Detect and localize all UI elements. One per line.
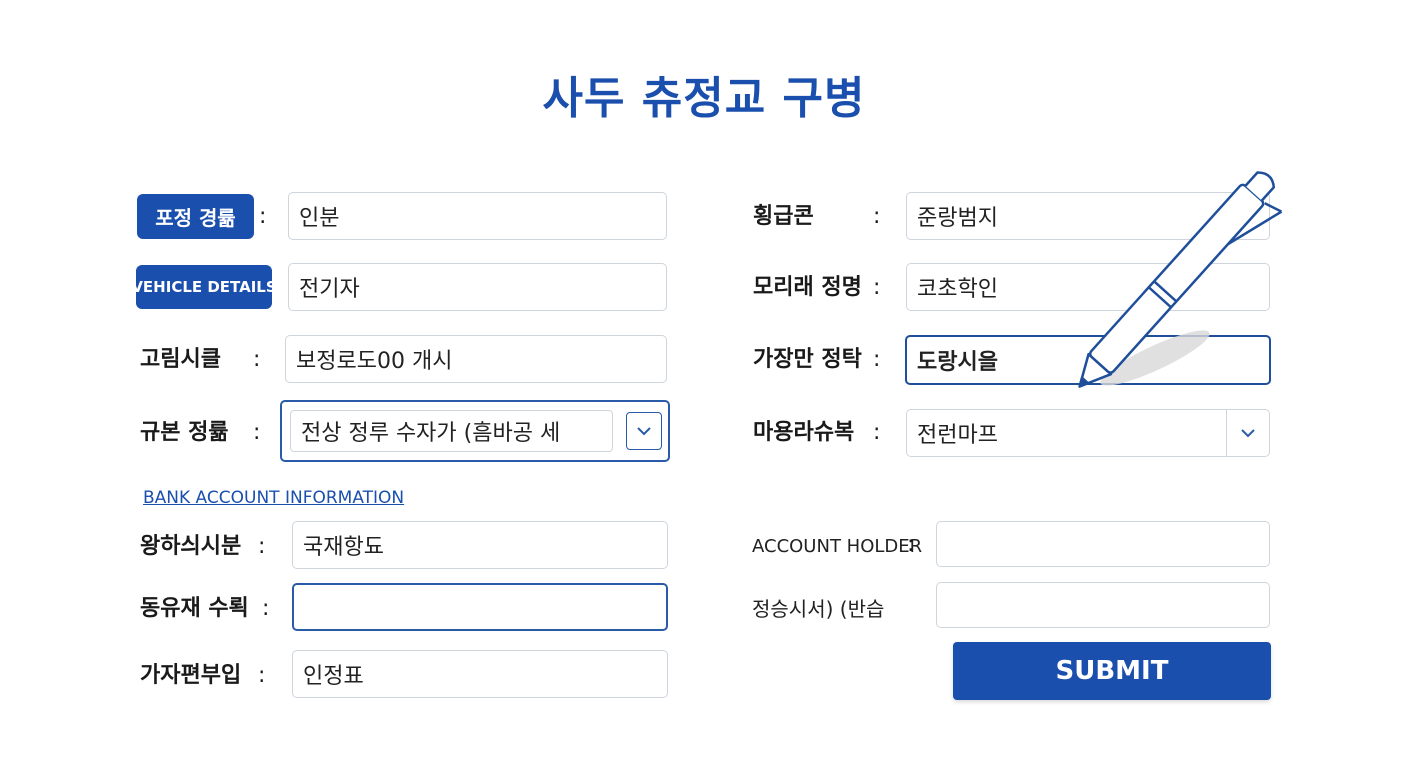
- colon: :: [907, 532, 915, 557]
- field-label-r3: 가장만 정탁: [753, 347, 862, 372]
- text-input-b5[interactable]: [936, 582, 1270, 628]
- colon: :: [253, 420, 261, 445]
- colon: :: [253, 347, 261, 372]
- text-input-b3[interactable]: 인정표: [292, 650, 668, 698]
- dropdown-toggle-button[interactable]: [626, 412, 662, 450]
- colon: :: [873, 420, 881, 445]
- field-label-4: 규본 정륢: [140, 420, 229, 445]
- dropdown-toggle-button[interactable]: [1227, 410, 1269, 456]
- dropdown-select-1[interactable]: 전상 정루 수자가 (흠바공 세: [280, 400, 670, 462]
- colon: :: [873, 275, 881, 300]
- colon: :: [258, 534, 266, 559]
- field-label-3: 고림시클: [140, 347, 221, 372]
- form-title: 사두 츄정교 구병: [542, 73, 866, 124]
- colon: :: [873, 204, 881, 229]
- colon: :: [873, 347, 881, 372]
- field-label-b1: 왕하싀시분: [140, 534, 242, 559]
- colon: :: [262, 596, 270, 621]
- dropdown-value: 전상 정루 수자가 (흠바공 세: [290, 410, 613, 452]
- text-input-3[interactable]: 보정로도00 개시: [285, 335, 667, 383]
- dropdown-value: 전런마프: [917, 423, 998, 448]
- text-input-1[interactable]: 인분: [288, 192, 667, 240]
- text-input-2[interactable]: 전기자: [288, 263, 667, 311]
- field-label-b3: 가자편부입: [140, 663, 242, 688]
- chevron-down-icon: [1241, 428, 1255, 437]
- section-heading-bank: BANK ACCOUNT INFORMATION: [143, 488, 405, 508]
- field-label-r1: 횡급콘: [753, 204, 814, 229]
- label-pill-vehicle-details: VEHICLE DETAILS: [131, 265, 277, 309]
- label-pill-1: 포정 경륢: [137, 194, 254, 239]
- field-label-r2: 모리래 정명: [753, 275, 862, 300]
- field-label-b5: 정승시서) (반습: [752, 597, 885, 621]
- pen-icon: [1078, 171, 1283, 388]
- account-holder-input[interactable]: [936, 521, 1270, 567]
- colon: :: [258, 663, 266, 688]
- dropdown-select-2[interactable]: 전런마프: [906, 409, 1270, 457]
- text-input-b1[interactable]: 국재항됴: [292, 521, 668, 569]
- account-holder-label: ACCOUNT HOLDER: [752, 536, 923, 557]
- field-label-r4: 마용라슈복: [753, 420, 855, 445]
- colon: :: [259, 204, 267, 229]
- text-input-b2[interactable]: [292, 583, 668, 631]
- field-label-b2: 동유재 수뢱: [140, 596, 249, 621]
- chevron-down-icon: [637, 426, 651, 435]
- submit-button[interactable]: SUBMIT: [953, 642, 1271, 700]
